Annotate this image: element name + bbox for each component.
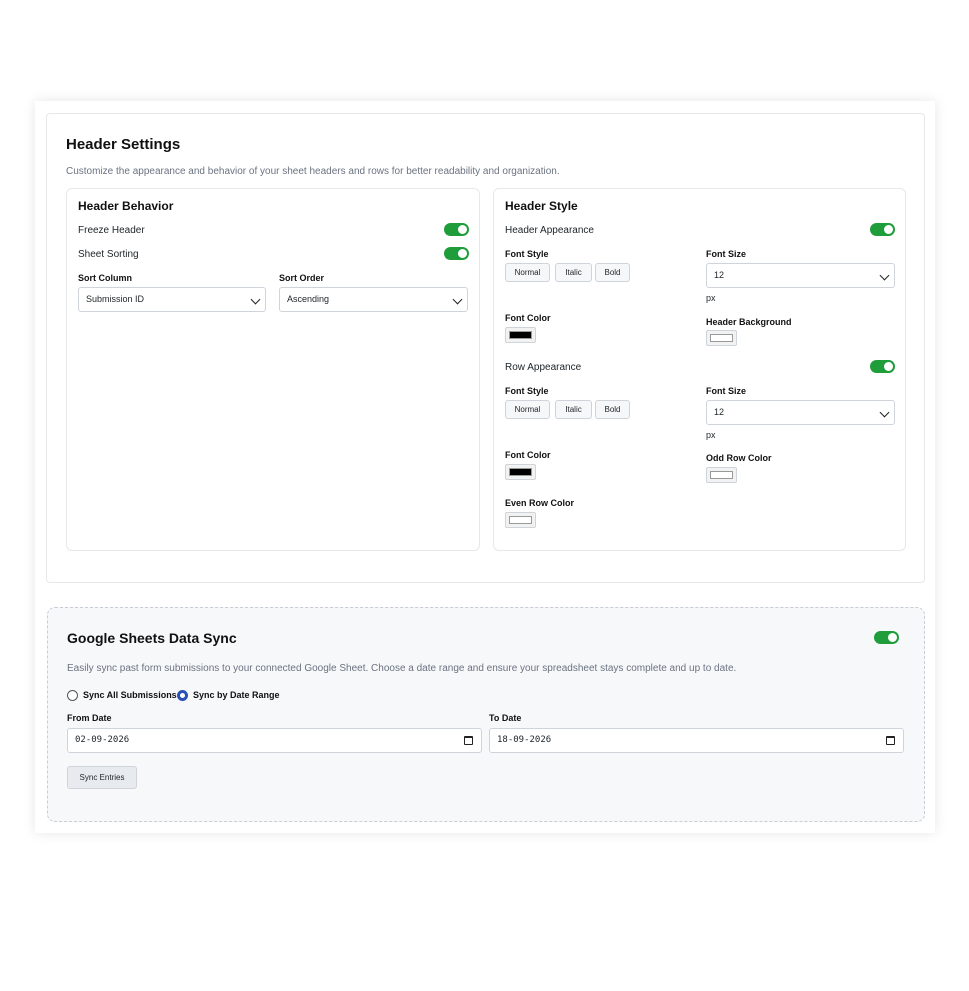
color-swatch	[710, 334, 733, 342]
sync-all-label: Sync All Submissions	[83, 690, 177, 700]
calendar-icon[interactable]	[886, 736, 895, 745]
header-italic-button[interactable]: Italic	[555, 263, 592, 282]
color-swatch	[710, 471, 733, 479]
row-normal-button[interactable]: Normal	[505, 400, 550, 419]
row-font-size-unit: px	[706, 430, 716, 440]
header-font-color-picker[interactable]	[505, 327, 536, 343]
odd-row-color-label: Odd Row Color	[706, 453, 772, 463]
header-font-color-label: Font Color	[505, 313, 551, 323]
row-font-color-label: Font Color	[505, 450, 551, 460]
header-appearance-toggle[interactable]	[870, 223, 895, 236]
even-row-color-label: Even Row Color	[505, 498, 575, 508]
sheet-sorting-toggle[interactable]	[444, 247, 469, 260]
header-font-style-label: Font Style	[505, 249, 549, 259]
header-font-size-label: Font Size	[706, 249, 746, 259]
data-sync-toggle[interactable]	[874, 631, 899, 644]
sync-range-radio-option[interactable]: Sync by Date Range	[177, 688, 280, 702]
settings-container: Header Settings Customize the appearance…	[35, 101, 935, 833]
row-appearance-toggle[interactable]	[870, 360, 895, 373]
row-font-style-label: Font Style	[505, 386, 549, 396]
chevron-down-icon	[879, 270, 890, 281]
header-appearance-label: Header Appearance	[505, 225, 594, 236]
header-background-color-picker[interactable]	[706, 330, 737, 346]
row-font-size-value: 12	[714, 407, 725, 417]
from-date-input[interactable]: 02-09-2026	[67, 728, 482, 753]
sort-column-value: Submission ID	[86, 294, 145, 304]
color-swatch	[509, 331, 532, 339]
header-normal-button[interactable]: Normal	[505, 263, 550, 282]
color-swatch	[509, 468, 532, 476]
freeze-header-label: Freeze Header	[78, 225, 145, 236]
header-behavior-title: Header Behavior	[78, 199, 174, 213]
sort-column-select[interactable]: Submission ID	[78, 287, 266, 312]
sort-column-label: Sort Column	[78, 273, 132, 283]
color-swatch	[509, 516, 532, 524]
row-font-size-label: Font Size	[706, 386, 746, 396]
header-background-label: Header Background	[706, 317, 792, 327]
freeze-header-toggle[interactable]	[444, 223, 469, 236]
sync-range-label: Sync by Date Range	[193, 690, 280, 700]
row-font-size-select[interactable]: 12	[706, 400, 895, 425]
even-row-color-picker[interactable]	[505, 512, 536, 528]
header-settings-title: Header Settings	[66, 136, 181, 153]
from-date-value: 02-09-2026	[75, 735, 130, 745]
data-sync-card: Google Sheets Data Sync Easily sync past…	[47, 607, 925, 822]
chevron-down-icon	[250, 294, 261, 305]
to-date-value: 18-09-2026	[497, 735, 552, 745]
header-behavior-panel: Header Behavior Freeze Header Sheet Sort…	[66, 188, 480, 551]
row-font-color-picker[interactable]	[505, 464, 536, 480]
header-settings-description: Customize the appearance and behavior of…	[66, 166, 560, 177]
radio-unchecked-icon[interactable]	[67, 689, 78, 701]
sort-order-label: Sort Order	[279, 273, 325, 283]
header-font-size-select[interactable]: 12	[706, 263, 895, 288]
sort-order-select[interactable]: Ascending	[279, 287, 468, 312]
header-font-size-value: 12	[714, 270, 725, 280]
header-style-title: Header Style	[505, 199, 578, 213]
chevron-down-icon	[879, 407, 890, 418]
header-font-size-unit: px	[706, 293, 716, 303]
chevron-down-icon	[452, 294, 463, 305]
odd-row-color-picker[interactable]	[706, 467, 737, 483]
sheet-sorting-label: Sheet Sorting	[78, 249, 139, 260]
row-bold-button[interactable]: Bold	[595, 400, 630, 419]
data-sync-title: Google Sheets Data Sync	[67, 630, 237, 646]
header-style-panel: Header Style Header Appearance Font Styl…	[493, 188, 906, 551]
header-settings-card: Header Settings Customize the appearance…	[46, 113, 925, 583]
sync-entries-button[interactable]: Sync Entries	[67, 766, 137, 789]
header-bold-button[interactable]: Bold	[595, 263, 630, 282]
from-date-label: From Date	[67, 713, 112, 723]
to-date-input[interactable]: 18-09-2026	[489, 728, 904, 753]
row-appearance-label: Row Appearance	[505, 362, 582, 373]
radio-checked-icon[interactable]	[177, 689, 188, 701]
data-sync-description: Easily sync past form submissions to you…	[67, 663, 737, 674]
row-italic-button[interactable]: Italic	[555, 400, 592, 419]
sync-all-radio-option[interactable]: Sync All Submissions	[67, 688, 177, 702]
sort-order-value: Ascending	[287, 294, 330, 304]
to-date-label: To Date	[489, 713, 522, 723]
calendar-icon[interactable]	[464, 736, 473, 745]
